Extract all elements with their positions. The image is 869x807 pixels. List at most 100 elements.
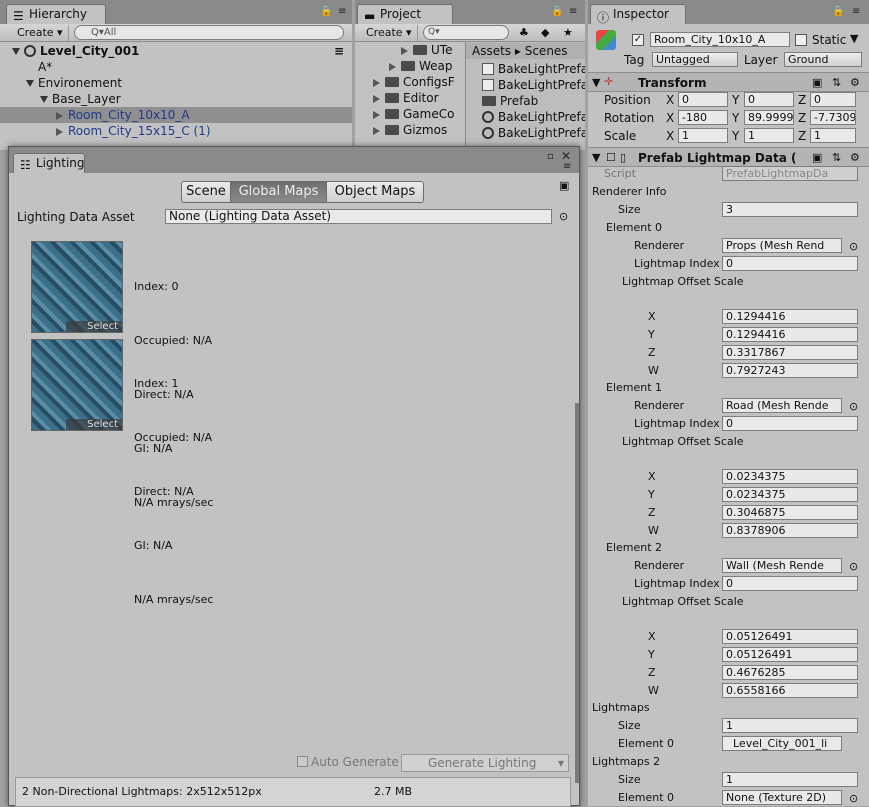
- tab-hierarchy[interactable]: ☰ Hierarchy: [6, 4, 106, 24]
- offset-x-field[interactable]: 0.05126491: [722, 629, 858, 644]
- file-item[interactable]: BakeLightPrefa: [466, 61, 585, 77]
- file-item[interactable]: BakeLightPrefa: [466, 125, 585, 141]
- axis-z-label[interactable]: Z: [798, 93, 806, 107]
- rotation-x-field[interactable]: -180: [678, 110, 728, 125]
- rotation-y-field[interactable]: 89.9999: [744, 110, 794, 125]
- tab-inspector[interactable]: ⓘ Inspector: [590, 4, 686, 25]
- position-x-field[interactable]: 0: [678, 92, 728, 107]
- collapse-icon[interactable]: [373, 94, 380, 103]
- filter-type-icon[interactable]: ♣: [519, 26, 529, 39]
- expand-icon[interactable]: [12, 48, 20, 55]
- gear-icon[interactable]: ⚙: [850, 76, 860, 89]
- lightmap-offset-scale-label[interactable]: Lightmap Offset Scale: [622, 435, 744, 448]
- favorite-icon[interactable]: ★: [563, 26, 573, 39]
- renderer-info-label[interactable]: Renderer Info: [592, 185, 667, 198]
- collapse-icon[interactable]: [56, 111, 63, 120]
- collapse-icon[interactable]: [389, 62, 396, 71]
- layer-dropdown[interactable]: Ground: [784, 52, 862, 67]
- lighting-data-asset-field[interactable]: None (Lighting Data Asset): [165, 209, 552, 224]
- renderer-field[interactable]: Props (Mesh Rend: [722, 238, 842, 253]
- generate-lighting-button[interactable]: Generate Lighting ▾: [401, 754, 569, 772]
- script-checkbox[interactable]: ☐: [606, 151, 616, 164]
- options-icon[interactable]: ≡: [334, 43, 344, 59]
- element-label[interactable]: Element 2: [606, 541, 662, 554]
- lightmaps-size-field[interactable]: 1: [722, 718, 858, 733]
- collapse-icon[interactable]: [373, 126, 380, 135]
- lightmaps-label[interactable]: Lightmaps: [592, 701, 650, 714]
- renderer-field[interactable]: Road (Mesh Rende: [722, 398, 842, 413]
- offset-w-field[interactable]: 0.8378906: [722, 523, 858, 538]
- scrollbar[interactable]: [575, 403, 579, 783]
- expand-icon[interactable]: [26, 80, 34, 87]
- offset-z-field[interactable]: 0.4676285: [722, 665, 858, 680]
- offset-x-field[interactable]: 0.0234375: [722, 469, 858, 484]
- scale-x-field[interactable]: 1: [678, 128, 728, 143]
- axis-y-label[interactable]: Y: [732, 129, 739, 143]
- scale-y-field[interactable]: 1: [744, 128, 794, 143]
- lightmaps-element-field[interactable]: Level_City_001_li: [722, 736, 842, 751]
- folder-item[interactable]: Editor: [355, 90, 463, 106]
- file-item[interactable]: Prefab: [466, 93, 585, 109]
- tab-object-maps[interactable]: Object Maps: [326, 181, 424, 203]
- lightmap-index-field[interactable]: 0: [722, 256, 858, 271]
- folder-item[interactable]: Gizmos: [355, 122, 463, 138]
- expand-icon[interactable]: ▼: [592, 151, 600, 164]
- object-picker-icon[interactable]: ⊙: [849, 400, 858, 413]
- lightmap-index-field[interactable]: 0: [722, 416, 858, 431]
- file-item[interactable]: BakeLightPrefa: [466, 77, 585, 93]
- tab-lighting[interactable]: ☷ Lighting: [13, 153, 85, 173]
- preset-icon[interactable]: ⇅: [832, 76, 841, 89]
- component-header[interactable]: ▼ ☐ ▯ Prefab Lightmap Data ( ▣ ⇅ ⚙: [588, 147, 869, 167]
- menu-icon[interactable]: ≡: [852, 6, 860, 17]
- static-checkbox[interactable]: [795, 34, 807, 46]
- renderer-field[interactable]: Wall (Mesh Rende: [722, 558, 842, 573]
- help-icon[interactable]: ▣: [812, 151, 822, 164]
- axis-z-label[interactable]: Z: [798, 111, 806, 125]
- tab-project[interactable]: ▬ Project: [357, 4, 453, 24]
- element-label[interactable]: Element 0: [606, 221, 662, 234]
- object-picker-icon[interactable]: ⊙: [849, 240, 858, 253]
- folder-item[interactable]: GameCo: [355, 106, 463, 122]
- hierarchy-item[interactable]: Room_City_15x15_C (1): [0, 123, 352, 139]
- position-y-field[interactable]: 0: [744, 92, 794, 107]
- menu-icon[interactable]: ≡: [338, 6, 346, 17]
- select-label[interactable]: Select: [66, 321, 122, 332]
- dropdown-arrow-icon[interactable]: ▾: [558, 755, 564, 771]
- tag-dropdown[interactable]: Untagged: [652, 52, 738, 67]
- create-button[interactable]: Create ▾: [361, 25, 418, 41]
- lightmap-thumbnail[interactable]: Select: [31, 339, 123, 431]
- axis-x-label[interactable]: X: [666, 93, 674, 107]
- rotation-z-field[interactable]: -7.7309: [810, 110, 856, 125]
- menu-icon[interactable]: ≡: [569, 6, 577, 17]
- breadcrumb-assets[interactable]: Assets: [472, 44, 511, 58]
- lock-icon[interactable]: 🔒: [551, 6, 563, 17]
- collapse-icon[interactable]: [373, 110, 380, 119]
- lightmaps2-label[interactable]: Lightmaps 2: [592, 755, 660, 768]
- axis-y-label[interactable]: Y: [732, 111, 739, 125]
- collapse-icon[interactable]: [401, 46, 408, 55]
- hierarchy-item-selected[interactable]: Room_City_10x10_A: [0, 107, 352, 123]
- offset-w-field[interactable]: 0.7927243: [722, 363, 858, 378]
- hierarchy-item[interactable]: A*: [0, 59, 352, 75]
- tab-global-maps[interactable]: Global Maps: [230, 181, 327, 203]
- collapse-icon[interactable]: [373, 78, 380, 87]
- offset-y-field[interactable]: 0.0234375: [722, 487, 858, 502]
- offset-z-field[interactable]: 0.3317867: [722, 345, 858, 360]
- collapse-icon[interactable]: [56, 127, 63, 136]
- offset-y-field[interactable]: 0.05126491: [722, 647, 858, 662]
- transform-header[interactable]: ▼ ✛ Transform ▣ ⇅ ⚙: [588, 72, 869, 92]
- active-checkbox[interactable]: ✓: [632, 34, 644, 46]
- object-picker-icon[interactable]: ⊙: [849, 560, 858, 573]
- size-field[interactable]: 3: [722, 202, 858, 217]
- lock-icon[interactable]: 🔒: [832, 6, 844, 17]
- lock-icon[interactable]: 🔒: [320, 6, 332, 17]
- folder-item[interactable]: Weap: [355, 58, 463, 74]
- search-input[interactable]: Q▾All: [74, 25, 344, 40]
- offset-z-field[interactable]: 0.3046875: [722, 505, 858, 520]
- folder-item[interactable]: UTe: [355, 42, 463, 58]
- create-button[interactable]: Create ▾: [12, 25, 69, 41]
- scale-z-field[interactable]: 1: [810, 128, 856, 143]
- offset-y-field[interactable]: 0.1294416: [722, 327, 858, 342]
- folder-item[interactable]: ConfigsF: [355, 74, 463, 90]
- position-z-field[interactable]: 0: [810, 92, 856, 107]
